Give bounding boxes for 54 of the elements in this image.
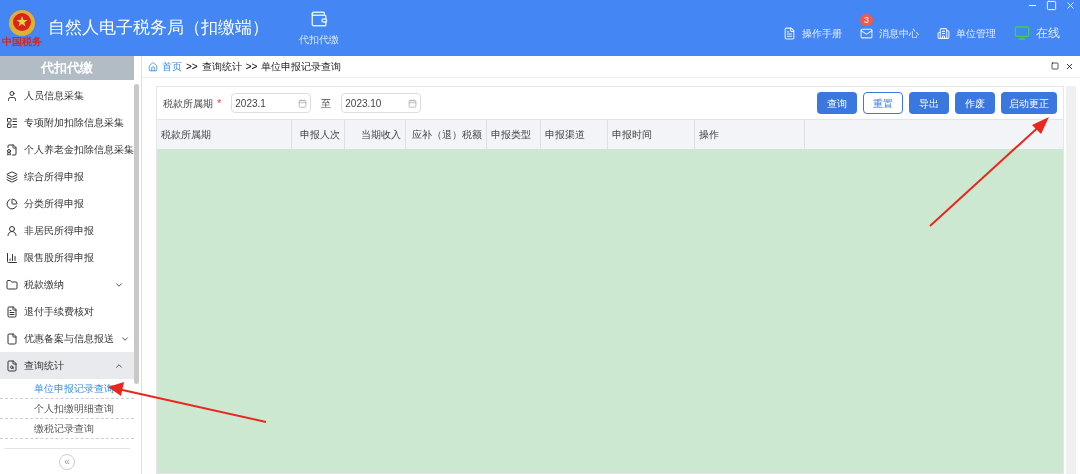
sidebar-item[interactable]: 非居民所得申报 (0, 217, 134, 244)
document-icon (6, 143, 18, 156)
action-button[interactable]: 重置 (863, 92, 903, 114)
person-icon (6, 224, 18, 237)
monitor-icon (1014, 25, 1030, 41)
page-icon (6, 332, 18, 345)
bar-chart-icon (6, 251, 18, 264)
required-mark: * (217, 95, 222, 111)
breadcrumb-item[interactable]: 首页 (162, 59, 182, 74)
sidebar-item[interactable]: 人员信息采集 (0, 82, 134, 109)
pie-chart-icon (6, 197, 18, 210)
list-icon (6, 116, 18, 129)
breadcrumb-separator: >> (186, 60, 198, 74)
document-icon (6, 305, 18, 318)
breadcrumb-item: 查询统计 (201, 60, 242, 74)
sidebar-item[interactable]: 优惠备案与信息报送 (0, 325, 134, 352)
emblem-icon (8, 9, 36, 37)
sidebar-item[interactable]: 限售股所得申报 (0, 244, 134, 271)
sidebar-title: 代扣代缴 (0, 56, 134, 80)
wallet-icon (310, 9, 328, 28)
person-icon (6, 89, 18, 102)
document-icon (783, 26, 796, 40)
building-icon (937, 26, 950, 40)
home-icon (148, 61, 158, 72)
restore-icon[interactable] (1051, 62, 1059, 70)
range-separator: 至 (321, 96, 332, 111)
date-field[interactable]: 2023.10 (341, 93, 422, 113)
sidebar-subitem[interactable]: 缴税记录查询 (0, 419, 134, 439)
date-field[interactable]: 2023.1 (231, 93, 312, 113)
sidebar-item[interactable]: 退付手续费核对 (0, 298, 134, 325)
sidebar-subitem[interactable]: 个人扣缴明细查询 (0, 399, 134, 419)
search-document-icon (6, 359, 18, 372)
layers-icon (6, 170, 18, 183)
action-button[interactable]: 作废 (955, 92, 995, 114)
action-button[interactable]: 启动更正 (1001, 92, 1057, 114)
sidebar-item[interactable]: 综合所得申报 (0, 163, 134, 190)
action-button[interactable]: 查询 (817, 92, 857, 114)
sidebar-item[interactable]: 分类所得申报 (0, 190, 134, 217)
breadcrumb-item: 单位申报记录查询 (261, 60, 342, 74)
folder-icon (6, 278, 18, 291)
mail-icon (860, 26, 873, 40)
calendar-icon (298, 98, 308, 108)
sidebar-item[interactable]: 查询统计 (0, 352, 134, 379)
logo-text: 中国税务 (2, 37, 42, 47)
action-button[interactable]: 导出 (909, 92, 949, 114)
breadcrumb-separator: >> (245, 60, 258, 74)
calendar-icon (408, 98, 418, 108)
sidebar-item[interactable]: 专项附加扣除信息采集 (0, 109, 134, 136)
close-icon[interactable] (1065, 62, 1074, 71)
field-label: 税款所属期 (163, 96, 213, 111)
count-badge: 3 (860, 13, 873, 26)
sidebar-item[interactable]: 税款缴纳 (0, 271, 134, 298)
app-title: 自然人电子税务局（扣缴端） (48, 17, 269, 40)
sidebar-item[interactable]: 个人养老金扣除信息采集 (0, 136, 134, 163)
